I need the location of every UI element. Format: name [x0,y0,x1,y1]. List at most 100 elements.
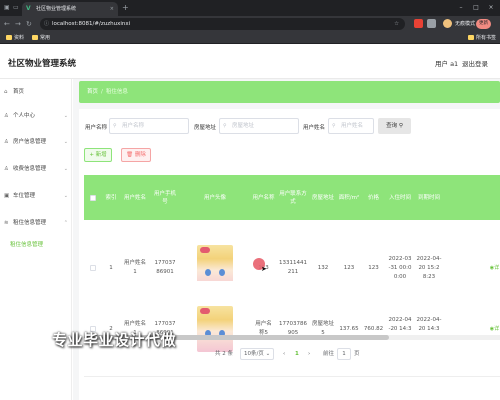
trash-icon: 🗑 [126,152,134,158]
extension-red-icon[interactable] [414,19,423,28]
mouse-cursor-icon: ➤ [261,265,267,273]
chevron-down-icon: ⌄ [63,193,68,199]
bookmark-folder[interactable]: 资料 [6,33,24,43]
tab-list-icon[interactable]: ▭ [13,2,19,14]
user-photo [197,306,233,352]
delete-button[interactable]: 🗑 删除 [121,148,151,162]
browser-menu-icon[interactable]: ▣ [4,2,10,14]
page-size-select[interactable]: 10条/页 ⌄ [240,348,275,360]
window-close-icon[interactable]: × [484,0,498,16]
sidebar-subitem-rental-info[interactable]: 租住信息管理 [10,240,43,248]
table-header: 索引 用户姓名 用户手机号 用户头像 用户名称 用户联系方式 房屋地址 面积/m… [84,175,500,220]
column-header: 到期时间 [417,194,440,201]
logout-link[interactable]: 退出登录 [462,58,488,68]
person-icon: ♙ [4,113,9,119]
prev-page-button[interactable]: ‹ [283,348,285,360]
current-user: 用户 a1 [435,60,459,68]
content-panel: 用户名称 ⚲ 用户名称 房屋地址 ⚲ 房屋地址 用户姓名 ⚲ 用户姓名 查询 ⚲… [79,109,500,400]
home-icon: ⌂ [4,89,8,95]
back-icon[interactable]: ← [4,18,10,30]
chevron-down-icon: ⌄ [63,113,68,119]
breadcrumb: 首页 / 租住信息 [79,81,500,103]
search-icon: ⚲ [398,123,403,129]
sidebar-item-houses[interactable]: ♙ 房户信息管理 ⌄ [0,129,72,155]
vue-logo-icon: V [26,5,31,12]
person-icon: ♙ [4,166,9,172]
sidebar-item-rental[interactable]: ≋ 租住信息管理 ⌃ [0,210,72,236]
select-all-checkbox[interactable] [84,175,102,220]
browser-tab-bar: ▣ ▭ V 社区物业管理系统 × + – □ × [0,0,500,16]
add-button[interactable]: + 新增 [84,148,112,162]
column-header: 用户头像 [203,194,226,201]
profile-avatar[interactable] [443,19,452,28]
column-header: 价格 [367,194,379,201]
account-search-input[interactable]: ⚲ 用户名称 [109,118,189,134]
column-header: 用户姓名 [123,194,146,201]
car-icon: ▣ [4,193,10,199]
person-icon: ♙ [4,139,9,145]
page-unit-label: 页 [354,351,360,357]
incognito-label: 无痕模式 [455,21,476,27]
close-icon[interactable]: × [110,2,114,16]
url-input[interactable]: ⓘ localhost:8081/#/zuzhuxinxi ☆ [40,18,405,30]
total-count: 共 2 条 [215,351,233,357]
sidebar-item-parking[interactable]: ▣ 车位管理 ⌄ [0,183,72,209]
cell-avatar [180,281,250,377]
bookmark-folder[interactable]: 常用 [32,33,50,43]
sidebar-item-home[interactable]: ⌂ 首页 [0,79,72,105]
filter-label-name: 用户姓名 [303,125,326,131]
watermark-text: 专业毕业设计代做 [52,331,177,349]
sidebar-item-profile[interactable]: ♙ 个人中心 ⌄ [0,103,72,129]
url-text: localhost:8081/#/zuzhuxinxi [52,21,131,27]
sidebar-item-fees[interactable]: ♙ 收费信息管理 ⌄ [0,156,72,182]
new-tab-icon[interactable]: + [122,2,129,14]
app-title: 社区物业管理系统 [8,59,77,69]
cell-contact: 17703786905 [279,321,307,336]
cell-checkin: 2022-04-20 14:39:27 [388,316,412,341]
maximize-icon[interactable]: □ [469,0,483,16]
search-icon: ⚲ [113,123,117,129]
column-header: 索引 [105,194,117,201]
bookmarks-bar: 资料 常用 所有书签 [0,32,500,44]
goto-page-input[interactable]: 1 [337,348,351,360]
checkbox[interactable] [90,194,96,201]
search-icon: ⚲ [223,123,227,129]
next-page-button[interactable]: › [308,348,310,360]
folder-icon [467,35,474,40]
breadcrumb-separator: / [101,89,103,95]
cell-expire: 2022-04-20 14:39:27 [416,316,442,341]
all-bookmarks[interactable]: 所有书签 [467,33,496,43]
tab-title: 社区物业管理系统 [36,6,77,12]
star-icon[interactable]: ☆ [394,18,399,30]
house-search-input[interactable]: ⚲ 房屋地址 [219,118,299,134]
chevron-down-icon: ⌄ [265,351,271,357]
reload-icon[interactable]: ↻ [26,18,32,30]
goto-label: 前往 [323,351,335,357]
forward-icon[interactable]: → [15,18,21,30]
chevron-down-icon: ⌄ [63,166,68,172]
minimize-icon[interactable]: – [454,0,468,16]
cell-address: 房屋地址5 [311,321,334,336]
browser-address-bar: ← → ↻ ⓘ localhost:8081/#/zuzhuxinxi ☆ 无痕… [0,16,500,32]
column-header: 用户联系方式 [279,190,307,205]
stack-icon: ≋ [4,220,9,226]
column-header: 房屋地址 [311,194,334,201]
column-header: 入住时间 [388,194,411,201]
browser-tab[interactable]: V 社区物业管理系统 × [22,2,118,16]
filter-label-account: 用户名称 [85,125,108,131]
column-header: 用户名称 [252,194,275,201]
filter-label-house: 房屋地址 [194,125,217,131]
column-header: 用户手机号 [153,190,176,205]
chevron-down-icon: ⌄ [63,139,68,145]
checkbox[interactable] [90,265,96,271]
folder-icon [32,35,38,40]
update-button[interactable]: 更新 [476,19,491,29]
sidebar: ⌂ 首页 ♙ 个人中心 ⌄ ♙ 房户信息管理 ⌄ ♙ 收费信息管理 ⌄ ▣ 车位… [0,79,72,400]
search-button[interactable]: 查询 ⚲ [378,118,411,134]
folder-icon [6,35,12,40]
detail-button[interactable]: ◉ 详 [489,281,500,377]
extension-puzzle-icon[interactable] [427,19,436,28]
page-number[interactable]: 1 [295,348,299,360]
breadcrumb-home[interactable]: 首页 [87,89,98,95]
name-search-input[interactable]: ⚲ 用户姓名 [328,118,374,134]
